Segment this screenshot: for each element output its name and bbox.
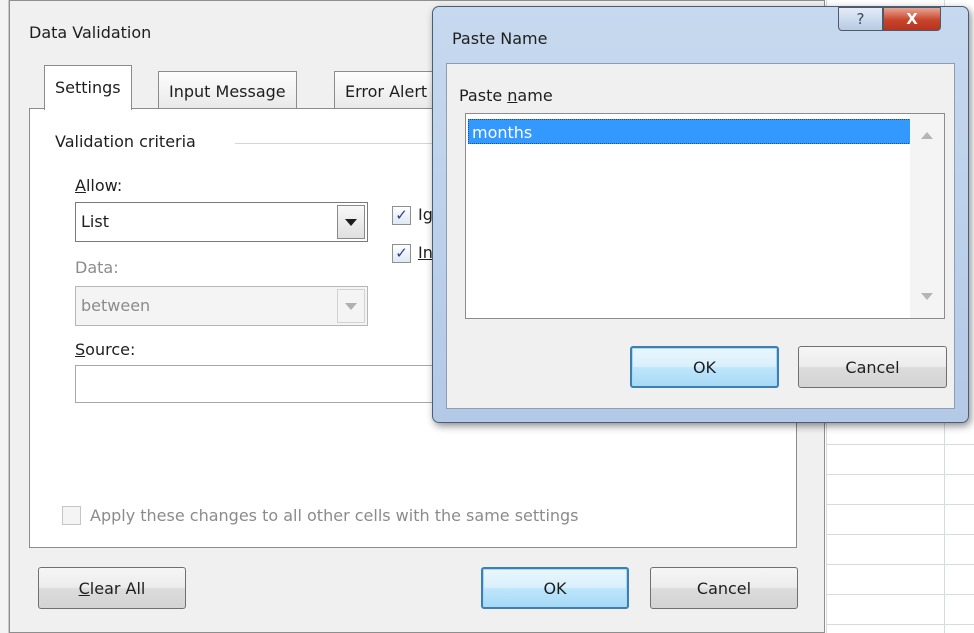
list-item[interactable]: months bbox=[468, 119, 911, 144]
row-header-strip bbox=[0, 0, 9, 633]
grid-line bbox=[826, 474, 974, 475]
ok-button[interactable]: OK bbox=[481, 567, 629, 609]
data-select-value: between bbox=[81, 296, 151, 315]
dialog-title: Data Validation bbox=[29, 23, 152, 42]
paste-name-dialog: Paste Name ? X Paste name months OK Canc… bbox=[432, 6, 969, 423]
cancel-button[interactable]: Cancel bbox=[650, 567, 798, 609]
tab-error-alert[interactable]: Error Alert bbox=[334, 71, 439, 110]
data-select: between bbox=[75, 286, 368, 326]
data-label: Data: bbox=[75, 258, 119, 277]
source-label: Source: bbox=[75, 340, 136, 359]
grid-line bbox=[826, 534, 974, 535]
grid-line bbox=[826, 564, 974, 565]
chevron-down-icon[interactable] bbox=[337, 205, 365, 239]
paste-name-cancel-button[interactable]: Cancel bbox=[798, 346, 947, 388]
grid-line bbox=[826, 504, 974, 505]
chevron-down-icon bbox=[337, 289, 365, 323]
tab-settings[interactable]: Settings bbox=[44, 65, 132, 110]
in-cell-dropdown-label: In-cell dropdown bbox=[418, 243, 432, 262]
grid-line bbox=[826, 624, 974, 625]
close-icon[interactable]: X bbox=[883, 7, 941, 31]
paste-name-label: Paste name bbox=[459, 86, 553, 105]
allow-label: Allow: bbox=[75, 176, 123, 195]
listbox-scrollbar[interactable] bbox=[910, 114, 944, 318]
ignore-blank-checkbox[interactable]: ✓ bbox=[392, 206, 411, 225]
paste-name-ok-button[interactable]: OK bbox=[630, 346, 779, 388]
validation-criteria-label: Validation criteria bbox=[55, 132, 204, 151]
paste-name-client: Paste name months OK Cancel bbox=[446, 63, 955, 409]
names-listbox[interactable]: months bbox=[465, 113, 945, 319]
in-cell-dropdown-checkbox[interactable]: ✓ bbox=[392, 244, 411, 263]
scroll-down-icon[interactable] bbox=[921, 293, 933, 300]
apply-all-checkbox bbox=[62, 506, 81, 525]
ignore-blank-label: Ignore blank bbox=[418, 205, 432, 224]
paste-name-title: Paste Name bbox=[452, 29, 548, 48]
allow-select[interactable]: List bbox=[75, 202, 368, 242]
help-icon[interactable]: ? bbox=[838, 7, 883, 31]
scroll-up-icon[interactable] bbox=[921, 132, 933, 139]
tab-input-message[interactable]: Input Message bbox=[158, 71, 297, 110]
grid-line bbox=[826, 444, 974, 445]
clear-all-button[interactable]: Clear All bbox=[38, 567, 186, 609]
grid-line bbox=[826, 594, 974, 595]
apply-all-label: Apply these changes to all other cells w… bbox=[90, 506, 579, 525]
allow-select-value: List bbox=[81, 212, 109, 231]
